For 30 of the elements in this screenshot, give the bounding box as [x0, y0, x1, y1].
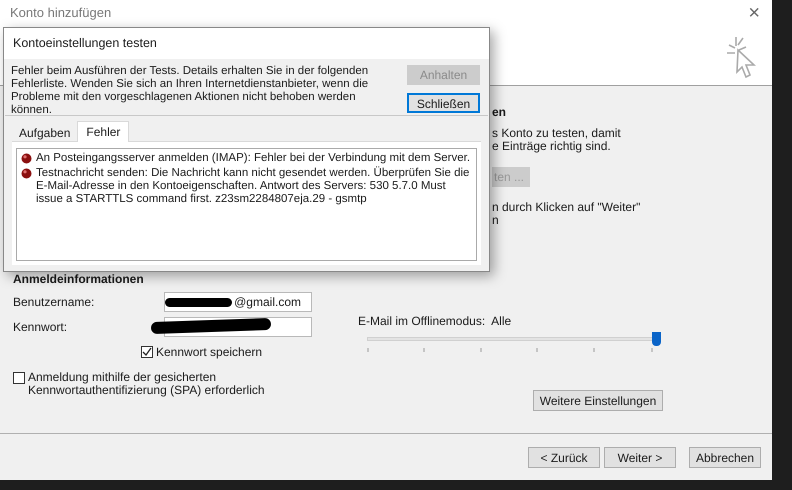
instruction-text: n durch Klicken auf "Weiter"	[492, 201, 642, 214]
window-title: Konto hinzufügen	[10, 4, 112, 22]
error-icon	[21, 153, 32, 164]
instruction-text: n	[492, 214, 500, 227]
error-icon	[21, 168, 32, 179]
error-item: Testnachricht senden: Die Nachricht kann nicht gesendet werden. Überprüfen Sie die E-Mail-Adresse in den Kontoeigenschaften. Antwort des Servers: 530 5.7.0 Must issue a STARTTLS command first. z23sm2284807eja.29 - gsmtp	[36, 167, 470, 206]
error-message: Fehler beim Ausführen der Tests. Details erhalten Sie in der folgenden Fehlerliste. Wenden Sie sich an Ihren Internetdienstanbieter, wenn die Probleme mit den vorgeschlagenen Aktionen nicht behoben werden können.	[11, 65, 370, 115]
instruction-text: s Konto zu testen, damit	[492, 127, 622, 140]
dialog-title: Kontoeinstellungen testen	[13, 35, 157, 52]
more-settings-button[interactable]: Weitere Einstellungen	[533, 390, 663, 411]
dialog-button[interactable]: Schließen	[407, 93, 480, 113]
checkbox[interactable]	[13, 372, 25, 384]
checkbox-label: Anmeldung mithilfe der gesicherten Kennwortauthentifizierung (SPA) erforderlich	[28, 371, 266, 397]
instruction-text: e Einträge richtig sind.	[492, 140, 612, 153]
checkbox[interactable]	[141, 346, 153, 358]
slider-thumb[interactable]	[652, 332, 661, 346]
tab[interactable]: Fehler	[77, 121, 130, 142]
field-label: Kennwort:	[13, 319, 68, 336]
footer-button[interactable]: Weiter >	[604, 447, 676, 468]
error-item: An Posteingangsserver anmelden (IMAP): Fehler bei der Verbindung mit dem Server.	[36, 152, 470, 165]
section-heading: Anmeldeinformationen	[13, 271, 145, 288]
footer-button[interactable]: Abbrechen	[689, 447, 761, 468]
section-heading: en	[492, 104, 508, 118]
close-button[interactable]: ×	[748, 3, 760, 23]
checkbox-label: Kennwort speichern	[156, 344, 262, 361]
tab[interactable]: Aufgaben	[12, 123, 78, 142]
field-label: Benutzername:	[13, 294, 96, 311]
footer-button[interactable]: < Zurück	[528, 447, 600, 468]
username-field[interactable]: @gmail.com	[164, 292, 312, 312]
offline-mode-label: E-Mail im Offlinemodus: Alle	[358, 313, 512, 330]
